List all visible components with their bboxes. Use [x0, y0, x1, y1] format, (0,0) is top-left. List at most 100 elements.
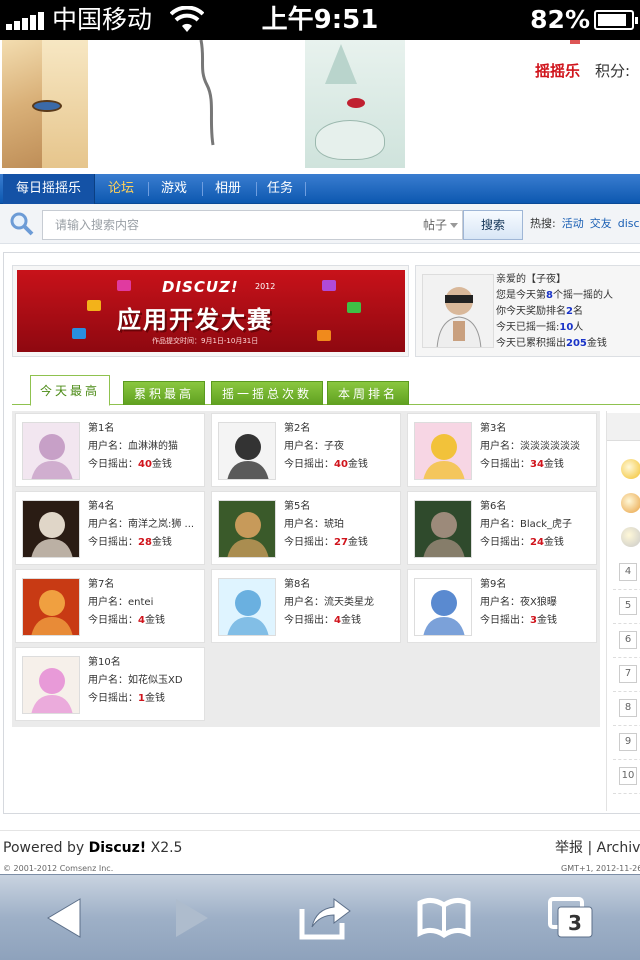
back-icon[interactable] [34, 893, 94, 943]
rank-position: 第6名 [480, 501, 507, 512]
main-nav: 每日摇摇乐 论坛 游戏 相册 任务 [0, 174, 640, 204]
rank-card[interactable]: 第6名用户名：Black_虎子今日摇出：24金钱 [407, 491, 597, 565]
nav-tab-album[interactable]: 相册 [204, 174, 252, 204]
avatar[interactable] [414, 578, 472, 636]
amount-unit: 金钱 [543, 537, 564, 548]
username-value[interactable]: 淡淡淡淡淡淡 [520, 441, 580, 452]
signal-icon [6, 10, 48, 30]
tab-today-highest[interactable]: 今天最高 [30, 375, 110, 406]
username-value[interactable]: 南洋之岚:狮 ... [128, 519, 194, 530]
nav-tab-games[interactable]: 游戏 [150, 174, 198, 204]
rank-today-amount: 今日摇出：24金钱 [480, 536, 564, 550]
username-value[interactable]: 流天类星龙 [324, 597, 374, 608]
today-order-line: 您是今天第8个摇一摇的人 [496, 288, 613, 304]
status-bar: 中国移动 上午9:51 82% [0, 0, 640, 40]
share-icon[interactable] [294, 893, 354, 943]
username-label: 用户名： [88, 675, 128, 686]
today-amount: 40 [334, 459, 348, 470]
avatar[interactable] [422, 274, 494, 348]
user-stats: 亲爱的【子夜】 您是今天第8个摇一摇的人 你今天奖励排名2名 今天已摇一摇:10… [496, 272, 613, 352]
side-rank-number: 8 [619, 699, 637, 717]
nav-tab-tasks[interactable]: 任务 [258, 174, 302, 204]
rank-card[interactable]: 第9名 用户名：夜X狼曝 今日摇出：3金钱 [407, 569, 597, 643]
rank-position: 第1名 [88, 423, 115, 434]
today-amount: 34 [530, 459, 544, 470]
shake-link[interactable]: 摇摇乐 [535, 60, 580, 82]
rank-position: 第9名 [480, 579, 507, 590]
ad-image[interactable]: DISCUZ! 2012 应用开发大赛 作品提交时间：9月1日-10月31日 [17, 270, 405, 352]
avatar[interactable] [414, 500, 472, 558]
today-label: 今日摇出： [88, 537, 138, 548]
rank-today-amount: 今日摇出：40金钱 [284, 458, 368, 472]
rank-card[interactable]: 第2名 用户名：子夜 今日摇出：40金钱 [211, 413, 401, 487]
rank-today-amount: 今日摇出：28金钱 [88, 536, 172, 550]
hot-link-discuz[interactable]: discu [618, 217, 640, 230]
tabs-icon[interactable]: 3 [544, 893, 604, 943]
svg-text:3: 3 [568, 911, 582, 935]
username-value[interactable]: 琥珀 [324, 519, 344, 530]
user-menu-icon[interactable] [570, 40, 580, 44]
wolf-art-image [305, 40, 405, 168]
side-rank-number: 4 [619, 563, 637, 581]
bookmarks-icon[interactable] [414, 893, 474, 943]
username-value[interactable]: 子夜 [324, 441, 344, 452]
username-value[interactable]: entei [128, 597, 153, 608]
avatar[interactable] [414, 422, 472, 480]
rank-card[interactable]: 第1名 用户名：血淋淋的猫 今日摇出：40金钱 [15, 413, 205, 487]
ad-brand: DISCUZ! [162, 278, 239, 296]
rank-card[interactable]: 第8名 用户名：流天类星龙 今日摇出：4金钱 [211, 569, 401, 643]
amount-unit: 金钱 [340, 615, 361, 626]
rank-position: 第10名 [88, 657, 121, 668]
report-archive-links[interactable]: 举报 | Archiv [555, 839, 640, 857]
avatar[interactable] [22, 500, 80, 558]
tab-weekly-rank[interactable]: 本周排名 [327, 381, 409, 405]
avatar[interactable] [218, 578, 276, 636]
search-button[interactable]: 搜索 [463, 210, 523, 240]
nav-tab-daily-shake[interactable]: 每日摇摇乐 [3, 174, 95, 204]
username-label: 用户名： [480, 441, 520, 452]
avatar[interactable] [22, 656, 80, 714]
today-label: 今日摇出： [88, 693, 138, 704]
username-value[interactable]: 夜X狼曝 [520, 597, 557, 608]
server-time: GMT+1, 2012-11-26 [561, 864, 640, 873]
username-label: 用户名： [480, 519, 520, 530]
avatar[interactable] [22, 422, 80, 480]
rank-position: 第3名 [480, 423, 507, 434]
search-input[interactable]: 请输入搜索内容 [42, 210, 420, 240]
rank-position: 第8名 [284, 579, 311, 590]
avatar[interactable] [22, 578, 80, 636]
total-money-number: 205 [566, 338, 587, 349]
side-rank-divider [613, 691, 640, 692]
rank-username: 用户名：血淋淋的猫 [88, 440, 204, 454]
rank-card[interactable]: 第10名 用户名：如花似玉XD 今日摇出：1金钱 [15, 647, 205, 721]
avatar[interactable] [218, 422, 276, 480]
ad-banner[interactable]: DISCUZ! 2012 应用开发大赛 作品提交时间：9月1日-10月31日 [12, 265, 409, 357]
total-money-prefix: 今天已累积摇出 [496, 338, 566, 349]
rank-card[interactable]: 第4名 用户名：南洋之岚:狮 ... 今日摇出：28金钱 [15, 491, 205, 565]
side-rank-number: 6 [619, 631, 637, 649]
today-order-number: 8 [546, 290, 553, 301]
today-amount: 27 [334, 537, 348, 548]
today-label: 今日摇出： [284, 615, 334, 626]
hot-link-dating[interactable]: 交友 [590, 217, 612, 230]
powered-brand[interactable]: Discuz! [89, 840, 147, 856]
forward-icon[interactable] [160, 893, 220, 943]
side-rank-divider [613, 589, 640, 590]
search-type-select[interactable]: 帖子 [419, 210, 463, 240]
hot-link-activity[interactable]: 活动 [562, 217, 584, 230]
username-value[interactable]: 如花似玉XD [128, 675, 183, 686]
rank-card[interactable]: 第7名 用户名：entei 今日摇出：4金钱 [15, 569, 205, 643]
tab-total-shakes[interactable]: 摇一摇总次数 [211, 381, 323, 405]
avatar[interactable] [218, 500, 276, 558]
rank-card[interactable]: 第5名 用户名：琥珀 今日摇出：27金钱 [211, 491, 401, 565]
amount-unit: 金钱 [536, 615, 557, 626]
rank-username: 用户名：淡淡淡淡淡淡 [480, 440, 596, 454]
username-value[interactable]: 血淋淋的猫 [128, 441, 178, 452]
nav-tab-forum[interactable]: 论坛 [96, 174, 146, 204]
rank-card[interactable]: 第3名 用户名：淡淡淡淡淡淡 今日摇出：34金钱 [407, 413, 597, 487]
ad-subtitle: 作品提交时间：9月1日-10月31日 [152, 337, 259, 345]
username-value[interactable]: Black_虎子 [520, 519, 572, 530]
rank-username: 用户名：琥珀 [284, 518, 400, 532]
tab-cumulative-highest[interactable]: 累积最高 [123, 381, 205, 405]
username-label: 用户名： [284, 519, 324, 530]
